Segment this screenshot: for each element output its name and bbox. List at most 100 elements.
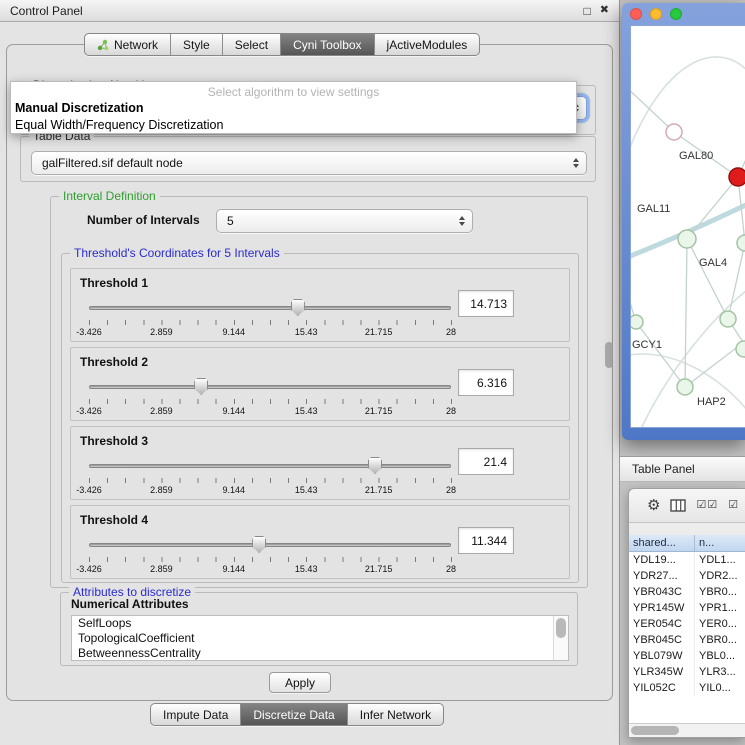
table-cell[interactable]: YIL052C bbox=[629, 680, 695, 696]
table-cell[interactable]: YER0... bbox=[695, 616, 745, 632]
tab-style[interactable]: Style bbox=[171, 34, 223, 55]
slider-track[interactable] bbox=[89, 385, 451, 389]
table-cell[interactable]: YER054C bbox=[629, 616, 695, 632]
threshold-slider[interactable] bbox=[89, 378, 451, 396]
network-node[interactable] bbox=[737, 235, 745, 251]
slider-track[interactable] bbox=[89, 464, 451, 468]
slider-thumb[interactable] bbox=[368, 457, 382, 474]
threshold-value-field[interactable]: 21.4 bbox=[458, 448, 514, 475]
tab-select[interactable]: Select bbox=[223, 34, 281, 55]
table-cell[interactable]: YBL079W bbox=[629, 648, 695, 664]
table-row[interactable]: YBR043CYBR0... bbox=[629, 584, 745, 600]
select-all-rows-icon[interactable]: ☑ bbox=[728, 500, 739, 511]
table-cell[interactable]: YIL0... bbox=[695, 680, 745, 696]
apply-button[interactable]: Apply bbox=[269, 672, 331, 693]
table-cell[interactable]: YBR0... bbox=[695, 632, 745, 648]
threshold-slider[interactable] bbox=[89, 536, 451, 554]
slider-ticks bbox=[89, 557, 452, 562]
table-cell[interactable]: YDL1... bbox=[695, 552, 745, 568]
table-hscrollbar[interactable] bbox=[629, 723, 745, 737]
node-label: GAL11 bbox=[637, 203, 670, 215]
network-window-titlebar bbox=[622, 3, 745, 25]
network-node[interactable] bbox=[631, 315, 643, 329]
network-node[interactable] bbox=[736, 341, 745, 357]
table-row[interactable]: YER054CYER0... bbox=[629, 616, 745, 632]
minimize-traffic-light-icon[interactable] bbox=[650, 8, 662, 20]
table-row[interactable]: YLR345WYLR3... bbox=[629, 664, 745, 680]
tab-label: Infer Network bbox=[360, 708, 431, 722]
table-cell[interactable]: YPR1... bbox=[695, 600, 745, 616]
column-header-name[interactable]: n... bbox=[695, 535, 745, 551]
number-of-intervals-combo[interactable]: 5 bbox=[216, 209, 473, 233]
close-traffic-light-icon[interactable] bbox=[630, 8, 642, 20]
list-scrollbar[interactable] bbox=[553, 616, 568, 660]
threshold-value-field[interactable]: 14.713 bbox=[458, 290, 514, 317]
dropdown-option-manual-discretization[interactable]: Manual Discretization bbox=[11, 100, 576, 117]
table-cell[interactable]: YBR045C bbox=[629, 632, 695, 648]
network-node[interactable] bbox=[720, 311, 736, 327]
threshold-value-field[interactable]: 6.316 bbox=[458, 369, 514, 396]
table-row[interactable]: YIL052CYIL0... bbox=[629, 680, 745, 696]
scale-label: 21.715 bbox=[365, 406, 393, 416]
threshold-panel-2: Threshold 2-3.4262.8599.14415.4321.71528… bbox=[70, 347, 570, 421]
table-cell[interactable]: YLR3... bbox=[695, 664, 745, 680]
dropdown-option-equal-width-frequency[interactable]: Equal Width/Frequency Discretization bbox=[11, 117, 576, 134]
network-node[interactable] bbox=[666, 124, 682, 140]
tab-cyni-toolbox[interactable]: Cyni Toolbox bbox=[281, 34, 374, 55]
select-columns-icon[interactable]: ☑☑ bbox=[696, 500, 718, 511]
attribute-item[interactable]: BetweennessCentrality bbox=[72, 646, 568, 661]
slider-thumb[interactable] bbox=[194, 378, 208, 395]
network-icon bbox=[97, 39, 109, 51]
tab-network[interactable]: Network bbox=[85, 34, 171, 55]
tab-jactivemodules[interactable]: jActiveModules bbox=[375, 34, 480, 55]
scale-label: 28 bbox=[446, 327, 456, 337]
table-cell[interactable]: YDL19... bbox=[629, 552, 695, 568]
table-cell[interactable]: YDR2... bbox=[695, 568, 745, 584]
list-scrollbar-thumb[interactable] bbox=[556, 618, 566, 638]
table-row[interactable]: YDL19...YDL1... bbox=[629, 552, 745, 568]
dropdown-placeholder: Select algorithm to view settings bbox=[11, 84, 576, 100]
threshold-slider[interactable] bbox=[89, 457, 451, 475]
slider-track[interactable] bbox=[89, 306, 451, 310]
tab-label: Network bbox=[114, 38, 158, 52]
slider-thumb[interactable] bbox=[291, 299, 305, 316]
network-node[interactable] bbox=[678, 230, 696, 248]
tab-label: Style bbox=[183, 38, 210, 52]
threshold-slider[interactable] bbox=[89, 299, 451, 317]
window-buttons: □ ✖ bbox=[584, 5, 609, 17]
panel-scrollbar-thumb[interactable] bbox=[605, 342, 613, 368]
table-row[interactable]: YBR045CYBR0... bbox=[629, 632, 745, 648]
table-row[interactable]: YPR145WYPR1... bbox=[629, 600, 745, 616]
table-cell[interactable]: YBR0... bbox=[695, 584, 745, 600]
interval-definition-title: Interval Definition bbox=[59, 189, 160, 203]
slider-thumb[interactable] bbox=[252, 536, 266, 553]
table-cell[interactable]: YLR345W bbox=[629, 664, 695, 680]
close-window-icon[interactable]: ✖ bbox=[600, 5, 609, 16]
numerical-attributes-list[interactable]: SelfLoopsTopologicalCoefficientBetweenne… bbox=[71, 615, 569, 661]
column-header-shared-name[interactable]: shared... bbox=[629, 535, 695, 551]
table-cell[interactable]: YPR145W bbox=[629, 600, 695, 616]
table-row[interactable]: YDR27...YDR2... bbox=[629, 568, 745, 584]
network-canvas[interactable]: GAL80GAL11GAL4GCY1HAP2 bbox=[630, 25, 745, 428]
network-node[interactable] bbox=[729, 168, 745, 186]
tab-infer-network[interactable]: Infer Network bbox=[348, 704, 443, 725]
network-node[interactable] bbox=[677, 379, 693, 395]
attribute-item[interactable]: SelfLoops bbox=[72, 616, 568, 631]
table-columns-icon[interactable] bbox=[670, 499, 686, 512]
threshold-value-field[interactable]: 11.344 bbox=[458, 527, 514, 554]
hscrollbar-thumb[interactable] bbox=[631, 726, 679, 735]
table-cell[interactable]: YDR27... bbox=[629, 568, 695, 584]
slider-track[interactable] bbox=[89, 543, 451, 547]
attribute-item[interactable]: TopologicalCoefficient bbox=[72, 631, 568, 646]
zoom-traffic-light-icon[interactable] bbox=[670, 8, 682, 20]
table-cell[interactable]: YBL0... bbox=[695, 648, 745, 664]
table-cell[interactable]: YBR043C bbox=[629, 584, 695, 600]
float-window-icon[interactable]: □ bbox=[584, 5, 591, 17]
tab-discretize-data[interactable]: Discretize Data bbox=[241, 704, 347, 725]
node-label: GAL4 bbox=[699, 257, 727, 269]
table-data-combo[interactable]: galFiltered.sif default node bbox=[31, 151, 587, 175]
tab-label: Cyni Toolbox bbox=[293, 38, 361, 52]
gear-icon[interactable]: ⚙ bbox=[647, 498, 660, 513]
table-row[interactable]: YBL079WYBL0... bbox=[629, 648, 745, 664]
tab-impute-data[interactable]: Impute Data bbox=[151, 704, 241, 725]
